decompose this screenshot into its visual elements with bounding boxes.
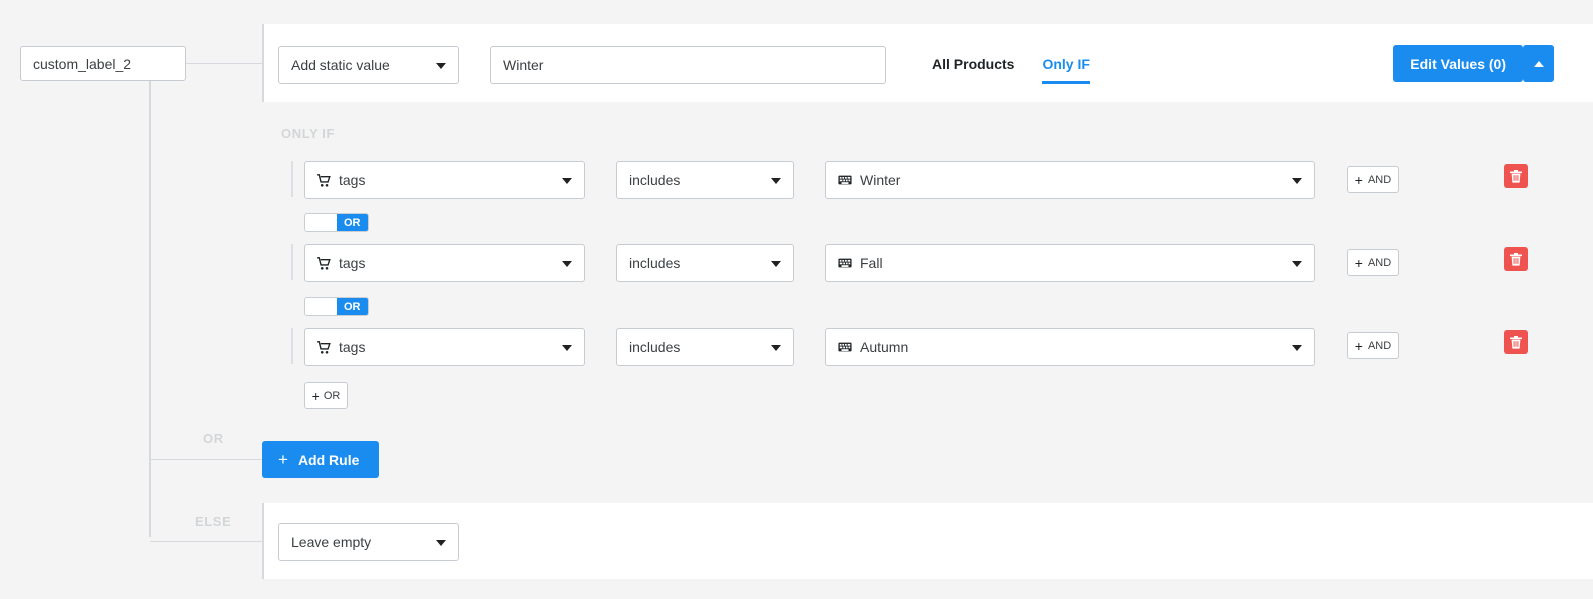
tab-only-if[interactable]: Only IF <box>1042 57 1089 84</box>
or-toggle-on-half: OR <box>337 298 369 315</box>
or-divider-label: OR <box>203 431 224 446</box>
action-type-select[interactable]: Add static value <box>278 46 459 84</box>
or-toggle-2[interactable]: OR <box>304 297 369 316</box>
plus-icon: + <box>1355 173 1363 187</box>
condition-operator-value-1: includes <box>629 172 680 188</box>
action-type-value: Add static value <box>291 57 390 73</box>
condition-field-select-2[interactable]: tags <box>304 244 585 282</box>
shopping-cart-icon <box>317 257 331 270</box>
condition-field-value-2: tags <box>339 255 365 271</box>
keyboard-icon <box>838 175 852 185</box>
scope-tabs: All Products Only IF <box>932 46 1118 84</box>
condition-operator-select-3[interactable]: includes <box>616 328 794 366</box>
condition-field-select-3[interactable]: tags <box>304 328 585 366</box>
plus-icon: + <box>278 451 288 468</box>
rule-row-tick <box>291 244 293 280</box>
delete-condition-button-2[interactable] <box>1504 247 1528 271</box>
condition-field-value-3: tags <box>339 339 365 355</box>
add-rule-label: Add Rule <box>298 452 359 468</box>
condition-value-select-2[interactable]: Fall <box>825 244 1315 282</box>
chevron-down-icon <box>562 178 572 184</box>
chevron-down-icon <box>1292 345 1302 351</box>
condition-operator-value-2: includes <box>629 255 680 271</box>
keyboard-icon <box>838 258 852 268</box>
add-and-button-1[interactable]: + AND <box>1347 166 1399 193</box>
chevron-down-icon <box>771 345 781 351</box>
shopping-cart-icon <box>317 341 331 354</box>
add-or-label: OR <box>324 390 341 402</box>
or-toggle-on-half: OR <box>337 214 369 231</box>
plus-icon: + <box>312 389 320 403</box>
chevron-down-icon <box>436 63 446 69</box>
condition-value-select-3[interactable]: Autumn <box>825 328 1315 366</box>
rule-row-tick <box>291 328 293 364</box>
keyboard-icon <box>838 342 852 352</box>
rule-builder-app: custom_label_2 Add static value All Prod… <box>0 0 1593 599</box>
plus-icon: + <box>1355 256 1363 270</box>
shopping-cart-icon <box>317 174 331 187</box>
rule-label-chip[interactable]: custom_label_2 <box>20 46 186 81</box>
tab-all-products[interactable]: All Products <box>932 57 1014 84</box>
chevron-down-icon <box>562 345 572 351</box>
add-and-button-2[interactable]: + AND <box>1347 249 1399 276</box>
chevron-down-icon <box>1292 178 1302 184</box>
add-and-button-3[interactable]: + AND <box>1347 332 1399 359</box>
plus-icon: + <box>1355 339 1363 353</box>
connector-to-add-rule <box>150 459 265 460</box>
condition-value-text-3: Autumn <box>860 339 908 355</box>
chevron-up-icon <box>1534 61 1544 67</box>
collapse-button[interactable] <box>1523 45 1554 82</box>
else-panel <box>262 503 1593 579</box>
chevron-down-icon <box>771 261 781 267</box>
condition-operator-select-1[interactable]: includes <box>616 161 794 199</box>
else-action-select[interactable]: Leave empty <box>278 523 459 561</box>
add-and-label-3: AND <box>1368 340 1391 352</box>
trash-icon <box>1510 253 1522 266</box>
condition-operator-select-2[interactable]: includes <box>616 244 794 282</box>
rule-row-tick <box>291 161 293 197</box>
chevron-down-icon <box>436 540 446 546</box>
rule-label-text: custom_label_2 <box>33 56 131 72</box>
trash-icon <box>1510 170 1522 183</box>
or-toggle-off-half <box>305 214 337 231</box>
chevron-down-icon <box>771 178 781 184</box>
add-rule-button[interactable]: + Add Rule <box>262 441 379 478</box>
add-and-label-2: AND <box>1368 257 1391 269</box>
condition-value-select-1[interactable]: Winter <box>825 161 1315 199</box>
add-or-condition-button[interactable]: + OR <box>304 382 348 409</box>
condition-field-value-1: tags <box>339 172 365 188</box>
delete-condition-button-1[interactable] <box>1504 164 1528 188</box>
only-if-section-label: ONLY IF <box>281 126 335 141</box>
connector-to-else <box>150 541 263 542</box>
else-action-value: Leave empty <box>291 534 371 550</box>
condition-value-text-1: Winter <box>860 172 900 188</box>
static-value-input[interactable] <box>490 46 886 84</box>
or-toggle-1[interactable]: OR <box>304 213 369 232</box>
else-divider-label: ELSE <box>195 514 231 529</box>
delete-condition-button-3[interactable] <box>1504 330 1528 354</box>
condition-operator-value-3: includes <box>629 339 680 355</box>
chevron-down-icon <box>1292 261 1302 267</box>
chevron-down-icon <box>562 261 572 267</box>
trash-icon <box>1510 336 1522 349</box>
or-toggle-off-half <box>305 298 337 315</box>
condition-field-select-1[interactable]: tags <box>304 161 585 199</box>
connector-vertical-main <box>149 78 151 537</box>
condition-value-text-2: Fall <box>860 255 883 271</box>
connector-label-to-panel <box>185 63 263 64</box>
add-and-label-1: AND <box>1368 174 1391 186</box>
edit-values-button[interactable]: Edit Values (0) <box>1393 45 1523 82</box>
